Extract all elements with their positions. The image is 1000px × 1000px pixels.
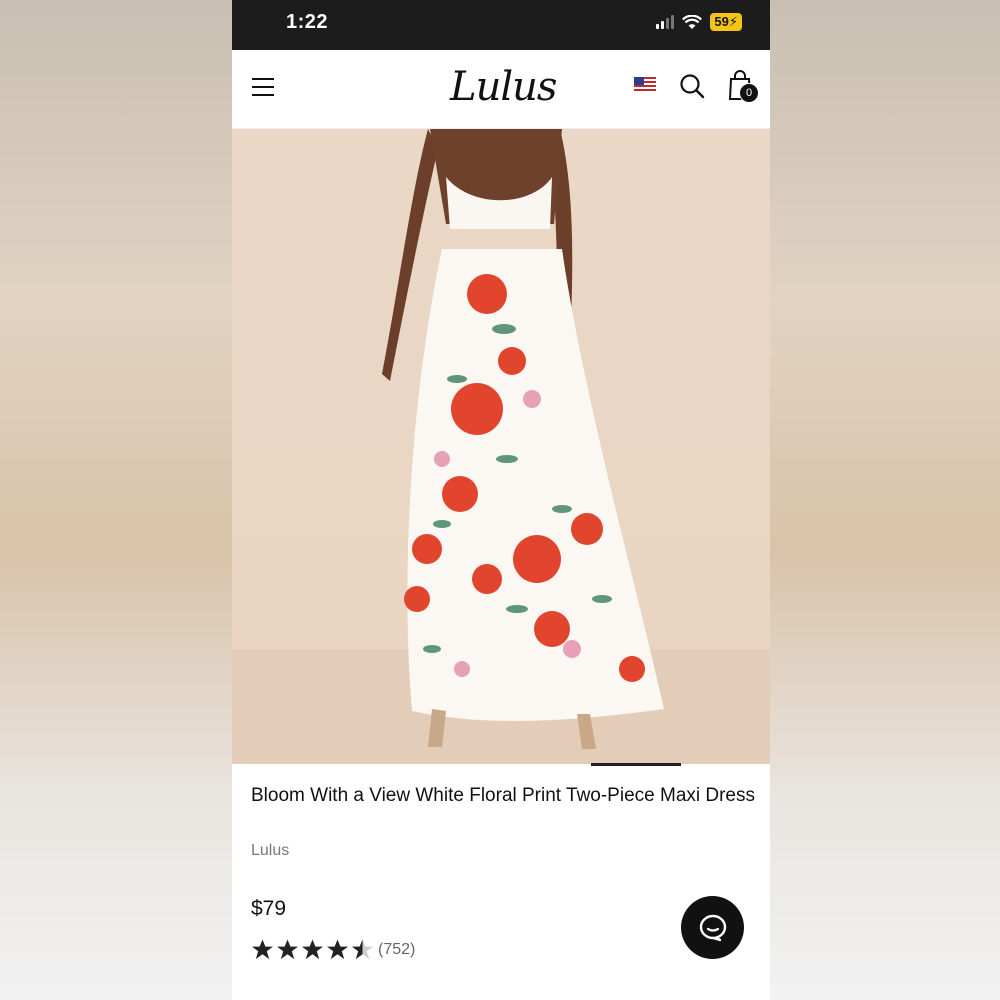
phone-screen: 1:22 59⚡ Lulus 0 Bloom With a View White… [232,0,770,1000]
half-star-icon [351,939,374,960]
us-flag-icon[interactable] [634,77,656,92]
star-icon [326,939,349,960]
battery-level: 59 [714,14,729,29]
status-indicators: 59⚡ [656,13,742,31]
star-icon [251,939,274,960]
star-icon [276,939,299,960]
site-logo[interactable]: Lulus [450,64,557,110]
image-carousel-indicator[interactable] [591,763,681,766]
product-photo-illustration [232,129,770,764]
chat-button[interactable] [681,896,744,959]
signal-icon [656,15,675,29]
site-header: Lulus 0 [232,50,770,129]
status-bar: 1:22 59⚡ [232,0,770,50]
product-image[interactable] [232,129,770,764]
chat-icon [699,914,726,941]
product-brand[interactable]: Lulus [251,842,289,860]
product-price: $79 [251,897,287,920]
review-count[interactable]: (752) [378,941,415,959]
hamburger-menu-icon[interactable] [252,78,274,96]
status-time: 1:22 [286,11,329,33]
product-rating[interactable]: (752) [251,938,415,961]
product-title: Bloom With a View White Floral Print Two… [251,785,756,806]
search-icon[interactable] [679,73,705,99]
battery-indicator: 59⚡ [710,13,742,31]
cart-count-badge: 0 [739,83,759,103]
star-icon [301,939,324,960]
wifi-icon [682,14,703,29]
